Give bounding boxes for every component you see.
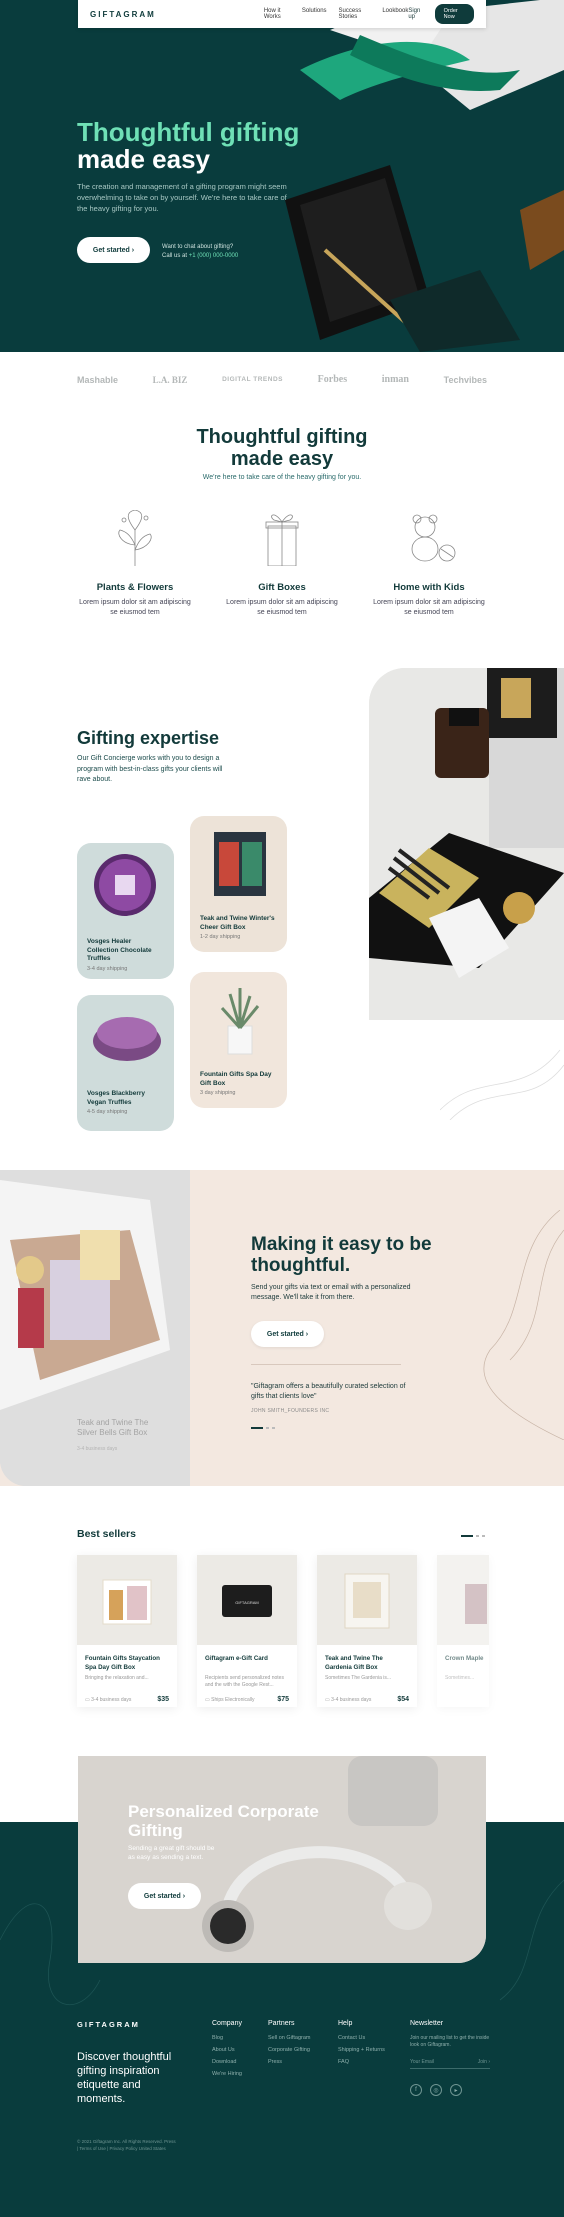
easy-text: Send your gifts via text or email with a… xyxy=(251,1284,411,1301)
hero-title: Thoughtful gifting made easy xyxy=(77,117,300,174)
nav-solutions[interactable]: Solutions xyxy=(302,8,327,20)
best-sellers-title: Best sellers xyxy=(77,1528,136,1540)
footer-link[interactable]: Sell on Giftagram xyxy=(268,2035,311,2041)
press-logo: L.A. BIZ xyxy=(152,374,188,385)
footer-link[interactable]: FAQ xyxy=(338,2059,385,2065)
footer-link[interactable]: Press xyxy=(268,2059,311,2065)
footer-column-help: Help Contact Us Shipping + Returns FAQ xyxy=(338,2020,385,2065)
nav-lookbook[interactable]: Lookbook xyxy=(382,8,408,20)
corporate-text: Sending a great gift should be as easy a… xyxy=(128,1845,215,1861)
legal-text: © 2021 Giftagram Inc. All Rights Reserve… xyxy=(77,2139,176,2151)
product-card[interactable]: GIFTAGRAM Giftagram e-Gift Card Recipien… xyxy=(197,1555,297,1707)
gift-box-photo: Teak and Twine The Silver Bells Gift Box… xyxy=(0,1170,190,1486)
footer-link[interactable]: Contact Us xyxy=(338,2035,385,2041)
gift-box-photo xyxy=(369,668,564,1020)
hero-subtitle: The creation and management of a gifting… xyxy=(77,182,287,213)
newsletter: Newsletter Join our mailing list to get … xyxy=(410,2020,490,2069)
phone-link[interactable]: +1 (000) 000-0000 xyxy=(189,253,239,259)
teddy-bear-icon xyxy=(369,510,489,566)
carousel-pager[interactable] xyxy=(461,1535,485,1537)
testimonial-quote: "Giftagram offers a beautifully curated … xyxy=(251,1383,406,1400)
photo-caption: Teak and Twine The Silver Bells Gift Box xyxy=(77,1418,149,1437)
footer-column-partners: Partners Sell on Giftagram Corporate Gif… xyxy=(268,2020,311,2065)
nav-success-stories[interactable]: Success Stories xyxy=(339,8,371,20)
decorative-swirl xyxy=(483,1210,564,1440)
plant-image xyxy=(220,988,260,1055)
footer-link[interactable]: Shipping + Returns xyxy=(338,2047,385,2053)
category-plants[interactable]: Plants & Flowers Lorem ipsum dolor sit a… xyxy=(75,510,195,618)
hero-section: Thoughtful gifting made easy The creation… xyxy=(0,0,564,352)
footer-logo[interactable]: GIFTAGRAM xyxy=(77,2020,140,2029)
press-logos: Mashable L.A. BIZ DIGITAL TRENDS Forbes … xyxy=(77,374,487,385)
product-card[interactable]: Fountain Gifts Staycation Spa Day Gift B… xyxy=(77,1555,177,1707)
truffle-tin-image xyxy=(93,1017,161,1061)
testimonial-pager[interactable] xyxy=(251,1427,275,1429)
gift-card[interactable]: Fountain Gifts Spa Day Gift Box 3 day sh… xyxy=(190,972,287,1108)
making-easy-section: Teak and Twine The Silver Bells Gift Box… xyxy=(0,1170,564,1486)
footer-link[interactable]: We're Hiring xyxy=(212,2071,242,2077)
hero-get-started-button[interactable]: Get started › xyxy=(77,237,150,263)
product-card[interactable]: Teak and Twine The Gardenia Gift Box Som… xyxy=(317,1555,417,1707)
hero-product-photo xyxy=(285,0,564,352)
expertise-text: Our Gift Concierge works with you to des… xyxy=(77,755,223,783)
instagram-icon[interactable]: ◎ xyxy=(430,2084,442,2096)
press-logo: Techvibes xyxy=(443,374,487,385)
youtube-icon[interactable]: ▸ xyxy=(450,2084,462,2096)
press-logo: Forbes xyxy=(317,374,348,385)
top-nav: GIFTAGRAM How it Works Solutions Success… xyxy=(78,0,486,28)
nav-how-it-works[interactable]: How it Works xyxy=(264,8,290,20)
footer-column-company: Company Blog About Us Download We're Hir… xyxy=(212,2020,242,2077)
flower-icon xyxy=(75,510,195,566)
hero-chat-info: Want to chat about gifting? Call us at +… xyxy=(162,244,239,259)
footer-link[interactable]: Blog xyxy=(212,2035,242,2041)
gift-box-icon xyxy=(222,510,342,566)
press-logo: DIGITAL TRENDS xyxy=(222,376,283,383)
chocolate-box-image xyxy=(94,854,156,916)
thoughtful-subtitle: We're here to take care of the heavy gif… xyxy=(202,474,362,481)
corporate-get-started-button[interactable]: Get started › xyxy=(128,1883,201,1909)
footer-link[interactable]: Corporate Gifting xyxy=(268,2047,311,2053)
press-logo: Mashable xyxy=(77,374,119,385)
svg-text:GIFTAGRAM: GIFTAGRAM xyxy=(235,1600,258,1605)
product-image xyxy=(437,1555,489,1645)
decorative-swirl xyxy=(440,1049,564,1120)
footer-link[interactable]: About Us xyxy=(212,2047,242,2053)
signup-link[interactable]: Sign up xyxy=(408,8,424,20)
gift-card[interactable]: Vosges Healer Collection Chocolate Truff… xyxy=(77,843,174,979)
corporate-title: Personalized Corporate Gifting xyxy=(128,1802,319,1840)
newsletter-email-input[interactable]: Your Email xyxy=(410,2059,434,2065)
product-card[interactable]: Crown Maple Sometimes... xyxy=(437,1555,489,1707)
divider xyxy=(251,1364,401,1365)
expertise-title: Gifting expertise xyxy=(77,728,220,748)
category-home-kids[interactable]: Home with Kids Lorem ipsum dolor sit am … xyxy=(369,510,489,618)
shipping-icon: ▭ xyxy=(205,1696,210,1703)
facebook-icon[interactable]: f xyxy=(410,2084,422,2096)
product-image xyxy=(77,1555,177,1645)
footer-link[interactable]: Download xyxy=(212,2059,242,2065)
photo-shipping: 3-4 business days xyxy=(77,1446,118,1452)
teak-twine-box-image xyxy=(214,832,266,896)
corporate-gifting-banner: Personalized Corporate Gifting Sending a… xyxy=(78,1756,486,1963)
testimonial-author: JOHN SMITH_FOUNDERS INC xyxy=(251,1408,330,1414)
thoughtful-title: Thoughtful gifting made easy xyxy=(196,426,368,470)
press-logo: inman xyxy=(381,374,409,385)
gift-card[interactable]: Vosges Blackberry Vegan Truffles 4-5 day… xyxy=(77,995,174,1131)
logo[interactable]: GIFTAGRAM xyxy=(90,10,156,19)
category-gift-boxes[interactable]: Gift Boxes Lorem ipsum dolor sit am adip… xyxy=(222,510,342,618)
product-image xyxy=(317,1555,417,1645)
easy-title: Making it easy to be thoughtful. xyxy=(251,1234,432,1276)
order-now-button[interactable]: Order Now xyxy=(434,4,474,24)
shipping-icon: ▭ xyxy=(325,1696,330,1703)
footer-tagline: Discover thoughtful gifting inspiration … xyxy=(77,2051,172,2105)
easy-get-started-button[interactable]: Get started › xyxy=(251,1321,324,1347)
shipping-icon: ▭ xyxy=(85,1696,90,1703)
product-image: GIFTAGRAM xyxy=(197,1555,297,1645)
newsletter-join-button[interactable]: Join › xyxy=(478,2059,490,2065)
gift-card[interactable]: Teak and Twine Winter's Cheer Gift Box 1… xyxy=(190,816,287,952)
